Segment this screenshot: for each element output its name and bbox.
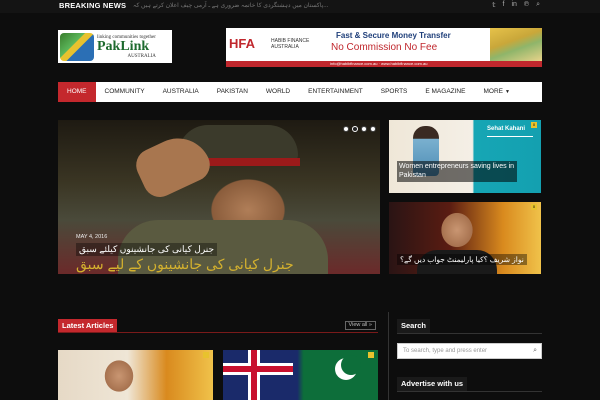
nav-community[interactable]: COMMUNITY <box>96 82 154 102</box>
hero-title[interactable]: جنرل کیانی کی جانشینوں کیلئے سبق <box>76 243 218 256</box>
facebook-icon[interactable]: f <box>503 1 505 9</box>
logo-subtitle: AUSTRALIA <box>127 53 156 59</box>
pinterest-icon[interactable]: ℗ <box>524 1 529 9</box>
side-card-title[interactable]: نواز شریف ؟کیا پارلیمنٹ جواب دیں گے؟ <box>397 254 527 265</box>
flag-crescent-cutout <box>341 355 361 375</box>
slider-dots <box>343 126 376 132</box>
top-bar: BREAKING NEWS پاکستان میں دہشتگردی کا خا… <box>0 0 600 13</box>
ad-subline: No Commission No Fee <box>331 42 438 53</box>
nav-home[interactable]: HOME <box>58 82 96 102</box>
side-card-banner-rule <box>487 136 533 137</box>
nav-world[interactable]: WORLD <box>257 82 299 102</box>
search-widget-title: Search <box>397 319 431 333</box>
search-placeholder: To search, type and press enter <box>403 348 488 354</box>
ad-headline: Fast & Secure Money Transfer <box>336 31 451 40</box>
side-card[interactable]: 0 نواز شریف ؟کیا پارلیمنٹ جواب دیں گے؟ <box>389 202 541 274</box>
comment-count-badge <box>203 352 209 358</box>
widget-divider <box>397 391 542 392</box>
search-input[interactable]: To search, type and press enter ⌕ <box>397 343 542 359</box>
side-card[interactable]: Sehat Kahani 0 Women entrepreneurs savin… <box>389 120 541 193</box>
header-ad-banner[interactable]: HFA HABIB FINANCE AUSTRALIA Fast & Secur… <box>226 28 542 67</box>
nav-australia[interactable]: AUSTRALIA <box>154 82 208 102</box>
article-image <box>96 354 142 400</box>
side-card-banner: Sehat Kahani <box>487 126 526 132</box>
comment-count-badge: 0 <box>531 122 537 128</box>
nav-sports[interactable]: SPORTS <box>372 82 417 102</box>
comment-count-badge <box>368 352 374 358</box>
nav-more-label: MORE <box>483 88 503 95</box>
latest-articles-header: Latest Articles View all » <box>58 319 378 333</box>
article-thumbnail[interactable] <box>58 350 213 400</box>
slider-dot[interactable] <box>361 126 367 132</box>
side-card-title[interactable]: Women entrepreneurs saving lives in Paki… <box>397 161 517 182</box>
chevron-down-icon: ▼ <box>504 89 510 95</box>
nav-pakistan[interactable]: PAKISTAN <box>208 82 257 102</box>
search-icon[interactable]: ⌕ <box>533 344 537 358</box>
advertise-widget-title: Advertise with us <box>397 377 468 391</box>
flag-cross-red-v <box>251 350 257 400</box>
latest-articles-label: Latest Articles <box>58 319 118 332</box>
flag-cross-red-h <box>223 366 293 372</box>
ad-brand: HFA <box>229 36 255 51</box>
hero-overlay-text: جنرل کیانی کی جانشینوں کے لیے سبق <box>76 256 294 272</box>
nav-more[interactable]: MORE ▼ <box>474 82 518 102</box>
comment-count-badge: 0 <box>531 204 537 210</box>
ad-contact: info@habibfinance.com.au · www.habibfina… <box>330 61 428 66</box>
slider-dot[interactable] <box>343 126 349 132</box>
site-logo[interactable]: linking communities together PakLink AUS… <box>58 30 172 63</box>
hero-slider[interactable]: MAY 4, 2016 جنرل کیانی کی جانشینوں کیلئے… <box>58 120 380 274</box>
slider-dot-active[interactable] <box>352 126 358 132</box>
ad-money-image <box>490 28 542 61</box>
main-nav: HOME COMMUNITY AUSTRALIA PAKISTAN WORLD … <box>58 82 542 102</box>
hero-date: MAY 4, 2016 <box>76 234 108 240</box>
logo-name: PakLink <box>97 38 150 54</box>
view-all-link[interactable]: View all » <box>344 321 376 330</box>
widget-divider <box>397 333 542 334</box>
breaking-news-label: BREAKING NEWS <box>59 1 127 10</box>
linkedin-icon[interactable]: in <box>511 1 516 9</box>
ad-brand-name: HABIB FINANCE AUSTRALIA <box>271 38 309 50</box>
search-icon[interactable]: ⌕ <box>536 1 540 9</box>
social-icons: 𝕥 f in ℗ ⌕ <box>492 1 540 9</box>
column-divider <box>388 312 389 400</box>
twitter-icon[interactable]: 𝕥 <box>492 1 495 9</box>
news-ticker[interactable]: پاکستان میں دہشتگردی کا خاتمہ ضروری ہے ـ… <box>133 2 328 9</box>
nav-entertainment[interactable]: ENTERTAINMENT <box>299 82 372 102</box>
ad-brand-country: AUSTRALIA <box>271 44 299 50</box>
nav-e-magazine[interactable]: E MAGAZINE <box>416 82 474 102</box>
article-thumbnail[interactable] <box>223 350 378 400</box>
slider-dot[interactable] <box>370 126 376 132</box>
logo-map-icon <box>60 32 94 61</box>
ad-contact-bar: info@habibfinance.com.au · www.habibfina… <box>226 61 542 67</box>
